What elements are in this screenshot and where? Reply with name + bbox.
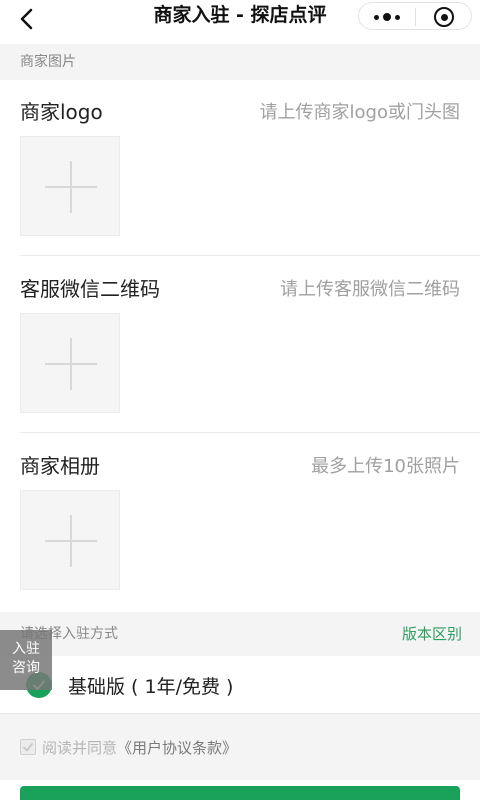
upload-hint: 请上传客服微信二维码	[280, 279, 460, 300]
more-dots-icon[interactable]	[359, 3, 415, 31]
upload-qr-button[interactable]	[20, 313, 120, 413]
upload-row-wechat-qr: 客服微信二维码 请上传客服微信二维码	[0, 273, 480, 433]
close-target-icon[interactable]	[416, 3, 472, 31]
checkmark-icon	[23, 743, 33, 752]
upload-label: 商家相册	[20, 454, 100, 478]
section-header-photos: 商家图片	[0, 44, 480, 80]
upload-logo-button[interactable]	[20, 136, 120, 236]
agreement-prefix: 阅读并同意	[42, 739, 118, 757]
submit-button[interactable]	[20, 786, 460, 800]
upload-row-logo: 商家logo 请上传商家logo或门头图	[0, 96, 480, 256]
agreement-checkbox[interactable]	[20, 739, 36, 755]
version-difference-link[interactable]: 版本区别	[402, 612, 462, 656]
consult-float-button[interactable]: 入驻 咨询	[0, 630, 52, 690]
upload-hint: 请上传商家logo或门头图	[259, 102, 460, 123]
plan-label: 基础版 ( 1年/免费 )	[68, 676, 234, 698]
upload-album-button[interactable]	[20, 490, 120, 590]
agreement-text: 阅读并同意《用户协议条款》	[42, 737, 237, 758]
navigation-bar: 商家入驻 - 探店点评	[0, 0, 480, 44]
upload-label: 商家logo	[20, 100, 103, 124]
upload-label: 客服微信二维码	[20, 277, 160, 301]
upload-hint: 最多上传10张照片	[311, 456, 460, 477]
divider	[20, 432, 480, 433]
user-agreement-link[interactable]: 《用户协议条款》	[117, 739, 237, 757]
section-header-method: 请选择入驻方式 版本区别	[0, 612, 480, 656]
divider	[20, 255, 480, 256]
float-tab-line2: 咨询	[12, 660, 40, 676]
plan-option-basic[interactable]: 基础版 ( 1年/免费 )	[0, 656, 480, 714]
float-tab-line1: 入驻	[12, 641, 40, 657]
upload-row-album: 商家相册 最多上传10张照片	[0, 450, 480, 610]
miniprogram-capsule	[358, 2, 472, 30]
agreement-row: 阅读并同意《用户协议条款》	[0, 714, 480, 780]
